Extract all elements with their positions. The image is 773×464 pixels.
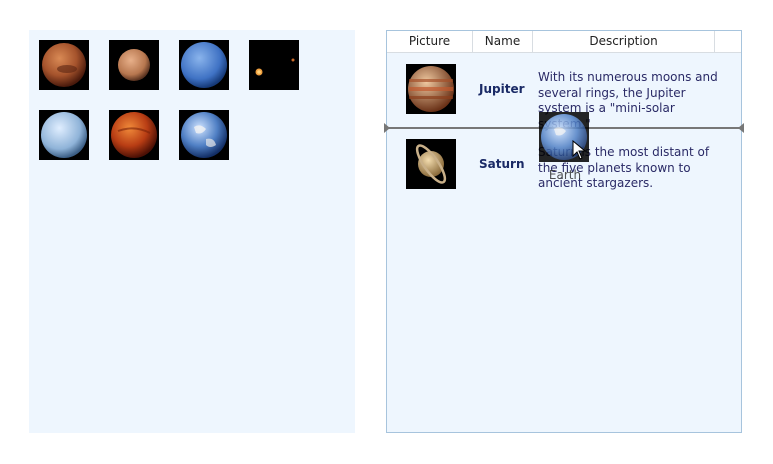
neptune-icon[interactable] [179, 40, 229, 90]
planet-pool-panel [29, 30, 355, 433]
insert-marker-left-icon [384, 123, 390, 133]
planet-list-view[interactable]: Picture Name Description Jupiter With it… [384, 30, 744, 433]
insert-marker-right-icon [738, 123, 744, 133]
planet-name: Jupiter [479, 82, 525, 96]
list-header: Picture Name Description [387, 31, 741, 53]
drag-label: Earth [548, 168, 582, 182]
jupiter-icon [406, 64, 456, 114]
column-header-picture[interactable]: Picture [387, 31, 473, 52]
venus-icon[interactable] [109, 110, 159, 160]
mercury-icon[interactable] [109, 40, 159, 90]
uranus-icon[interactable] [39, 110, 89, 160]
mars-icon[interactable] [39, 40, 89, 90]
earth-icon[interactable] [179, 110, 229, 160]
column-header-description[interactable]: Description [533, 31, 715, 52]
saturn-icon [406, 139, 456, 189]
planet-name: Saturn [479, 157, 525, 171]
column-header-name[interactable]: Name [473, 31, 533, 52]
mouse-pointer-icon [572, 140, 586, 160]
pluto-icon[interactable] [249, 40, 299, 90]
